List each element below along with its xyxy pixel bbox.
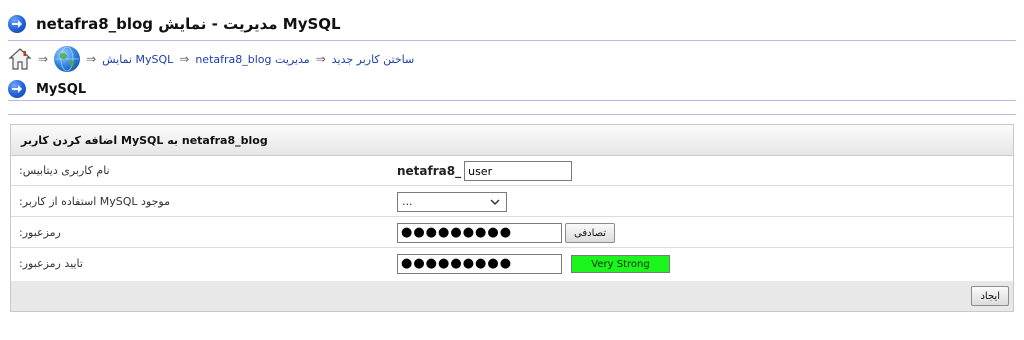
form-row-password: :رمزعبور ●●●●●●●●● تصادفی (11, 218, 1013, 248)
chevron-down-icon (490, 199, 500, 205)
breadcrumb: ⇒ ⇒ نمایش MySQL ⇒ netafra8_blog مدیریت ⇒… (8, 44, 414, 74)
existing-user-select[interactable]: ... (397, 192, 507, 212)
breadcrumb-separator: ⇒ (38, 52, 49, 66)
form-footer: ایجاد (11, 281, 1013, 311)
add-user-form: اضافه کردن کاربر MySQL به netafra8_blog … (10, 124, 1014, 312)
form-header: اضافه کردن کاربر MySQL به netafra8_blog (11, 125, 1013, 156)
form-row-existing-user: :استفاده از کاربر MySQL موجود ... (11, 187, 1013, 217)
confirm-password-label: :تایید رمزعبور (19, 257, 83, 270)
home-icon[interactable] (8, 47, 32, 71)
form-row-confirm: :تایید رمزعبور ●●●●●●●●● Very Strong (11, 249, 1013, 279)
arrow-right-icon (8, 15, 26, 33)
confirm-password-input[interactable]: ●●●●●●●●● (397, 254, 562, 274)
password-label: :رمزعبور (19, 226, 61, 239)
divider (8, 100, 1016, 101)
breadcrumb-separator: ⇒ (315, 52, 326, 66)
page-title: netafra8_blog مدیریت - نمایش MySQL (36, 15, 341, 33)
db-username-input[interactable] (464, 161, 573, 181)
breadcrumb-item-create-user[interactable]: ساختن کاربر جدید (332, 53, 415, 66)
existing-user-label: :استفاده از کاربر MySQL موجود (19, 195, 171, 208)
section-header: MySQL (8, 78, 86, 100)
page-header: netafra8_blog مدیریت - نمایش MySQL (8, 10, 1016, 38)
create-button[interactable]: ایجاد (971, 286, 1009, 306)
form-title: اضافه کردن کاربر MySQL به netafra8_blog (21, 133, 268, 147)
db-user-prefix: netafra8_ (397, 164, 462, 178)
arrow-right-icon (8, 80, 26, 98)
form-row-username: :نام کاربری دیتابیس netafra8_ (11, 156, 1013, 186)
divider (8, 114, 1016, 115)
db-username-label: :نام کاربری دیتابیس (19, 164, 110, 177)
password-input[interactable]: ●●●●●●●●● (397, 223, 562, 243)
breadcrumb-item-db-manage[interactable]: netafra8_blog مدیریت (195, 53, 309, 66)
existing-user-selected: ... (402, 195, 413, 208)
breadcrumb-separator: ⇒ (86, 52, 97, 66)
breadcrumb-separator: ⇒ (179, 52, 190, 66)
section-title: MySQL (36, 81, 87, 97)
password-strength-indicator: Very Strong (571, 255, 670, 273)
globe-icon[interactable] (54, 46, 81, 72)
random-password-button[interactable]: تصادفی (565, 223, 616, 243)
breadcrumb-item-mysql[interactable]: نمایش MySQL (102, 53, 173, 66)
divider (8, 40, 1016, 41)
